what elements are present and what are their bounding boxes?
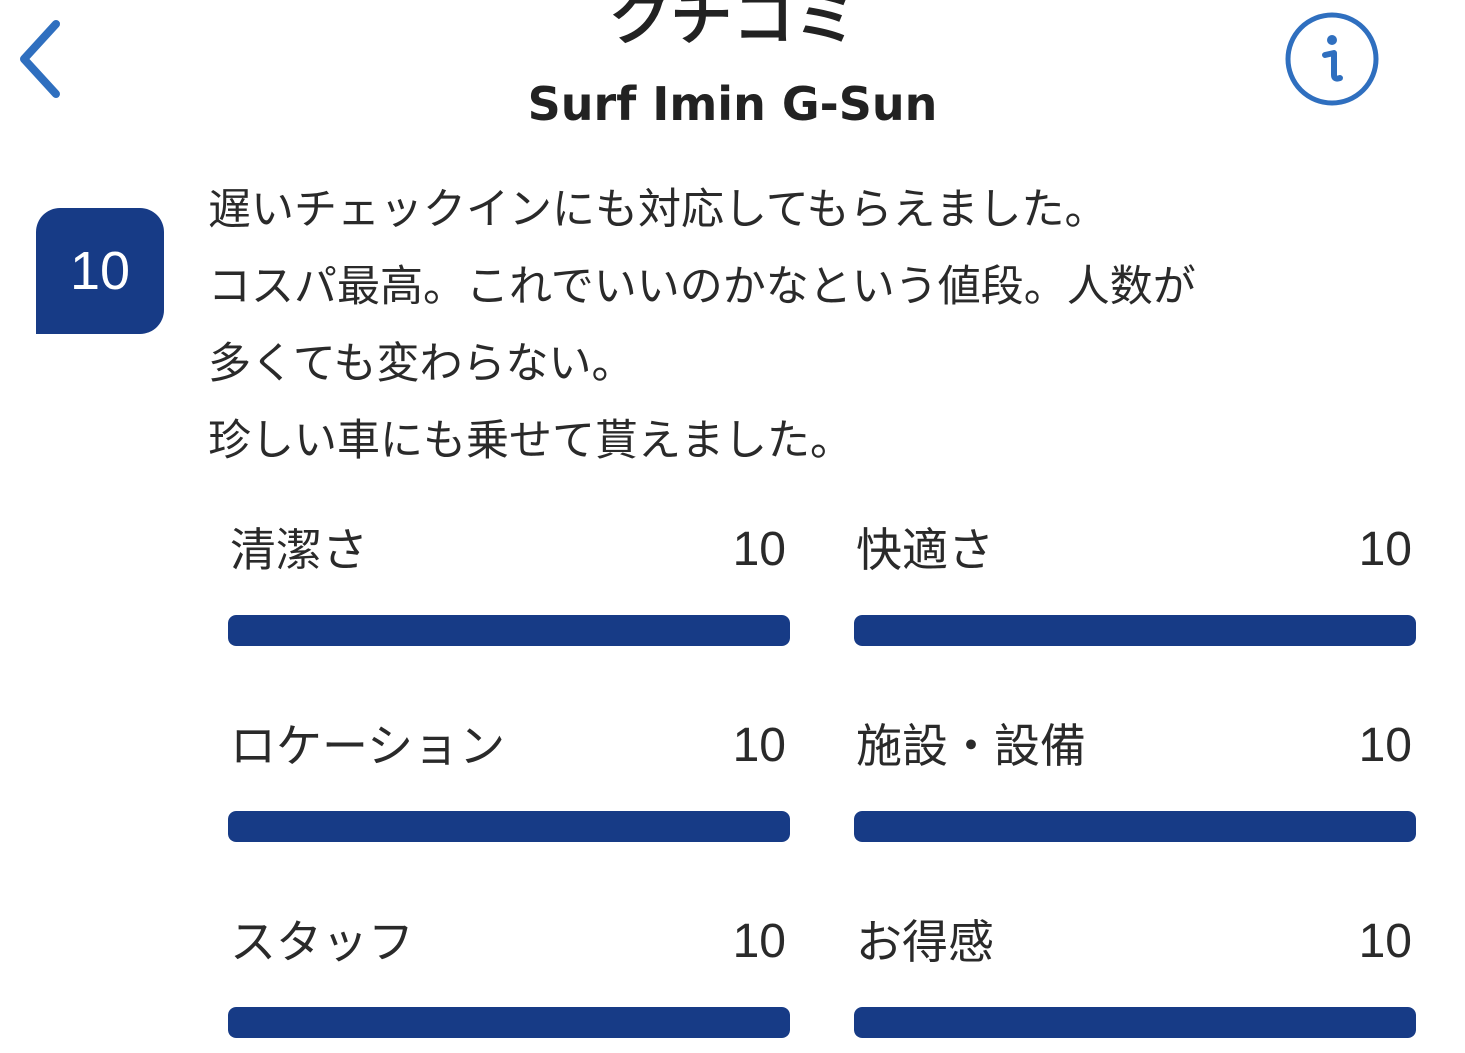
rating-bar-fill xyxy=(854,615,1416,646)
rating-bar-fill xyxy=(228,615,790,646)
rating-value: 10 xyxy=(1358,915,1412,968)
rating-label: 清潔さ xyxy=(230,523,368,577)
rating-label: ロケーション xyxy=(230,719,506,773)
rating-bar xyxy=(228,1007,790,1038)
rating-bar xyxy=(854,615,1416,646)
rating-bar xyxy=(854,811,1416,842)
rating-value: 10 xyxy=(732,915,786,968)
rating-cleanliness: 清潔さ 10 xyxy=(228,520,790,660)
rating-bar xyxy=(228,811,790,842)
rating-value: 10 xyxy=(1358,719,1412,772)
rating-bar-fill xyxy=(854,811,1416,842)
rating-bar-fill xyxy=(228,1007,790,1038)
rating-location: ロケーション 10 xyxy=(228,716,790,856)
rating-value: 10 xyxy=(732,523,786,576)
rating-value: 10 xyxy=(1358,523,1412,576)
rating-bar-fill xyxy=(854,1007,1416,1038)
rating-facilities: 施設・設備 10 xyxy=(854,716,1416,856)
rating-value: 10 xyxy=(732,719,786,772)
rating-label: お得感 xyxy=(856,915,994,969)
rating-list: 清潔さ 10 快適さ 10 ロケーション 10 施設・設備 10 スタッフ 10… xyxy=(0,0,1465,1053)
rating-label: 快適さ xyxy=(856,523,994,577)
rating-bar xyxy=(228,615,790,646)
rating-bar-fill xyxy=(228,811,790,842)
rating-label: 施設・設備 xyxy=(856,719,1086,773)
rating-comfort: 快適さ 10 xyxy=(854,520,1416,660)
rating-staff: スタッフ 10 xyxy=(228,912,790,1052)
rating-bar xyxy=(854,1007,1416,1038)
rating-value-for-money: お得感 10 xyxy=(854,912,1416,1052)
rating-label: スタッフ xyxy=(230,915,414,969)
